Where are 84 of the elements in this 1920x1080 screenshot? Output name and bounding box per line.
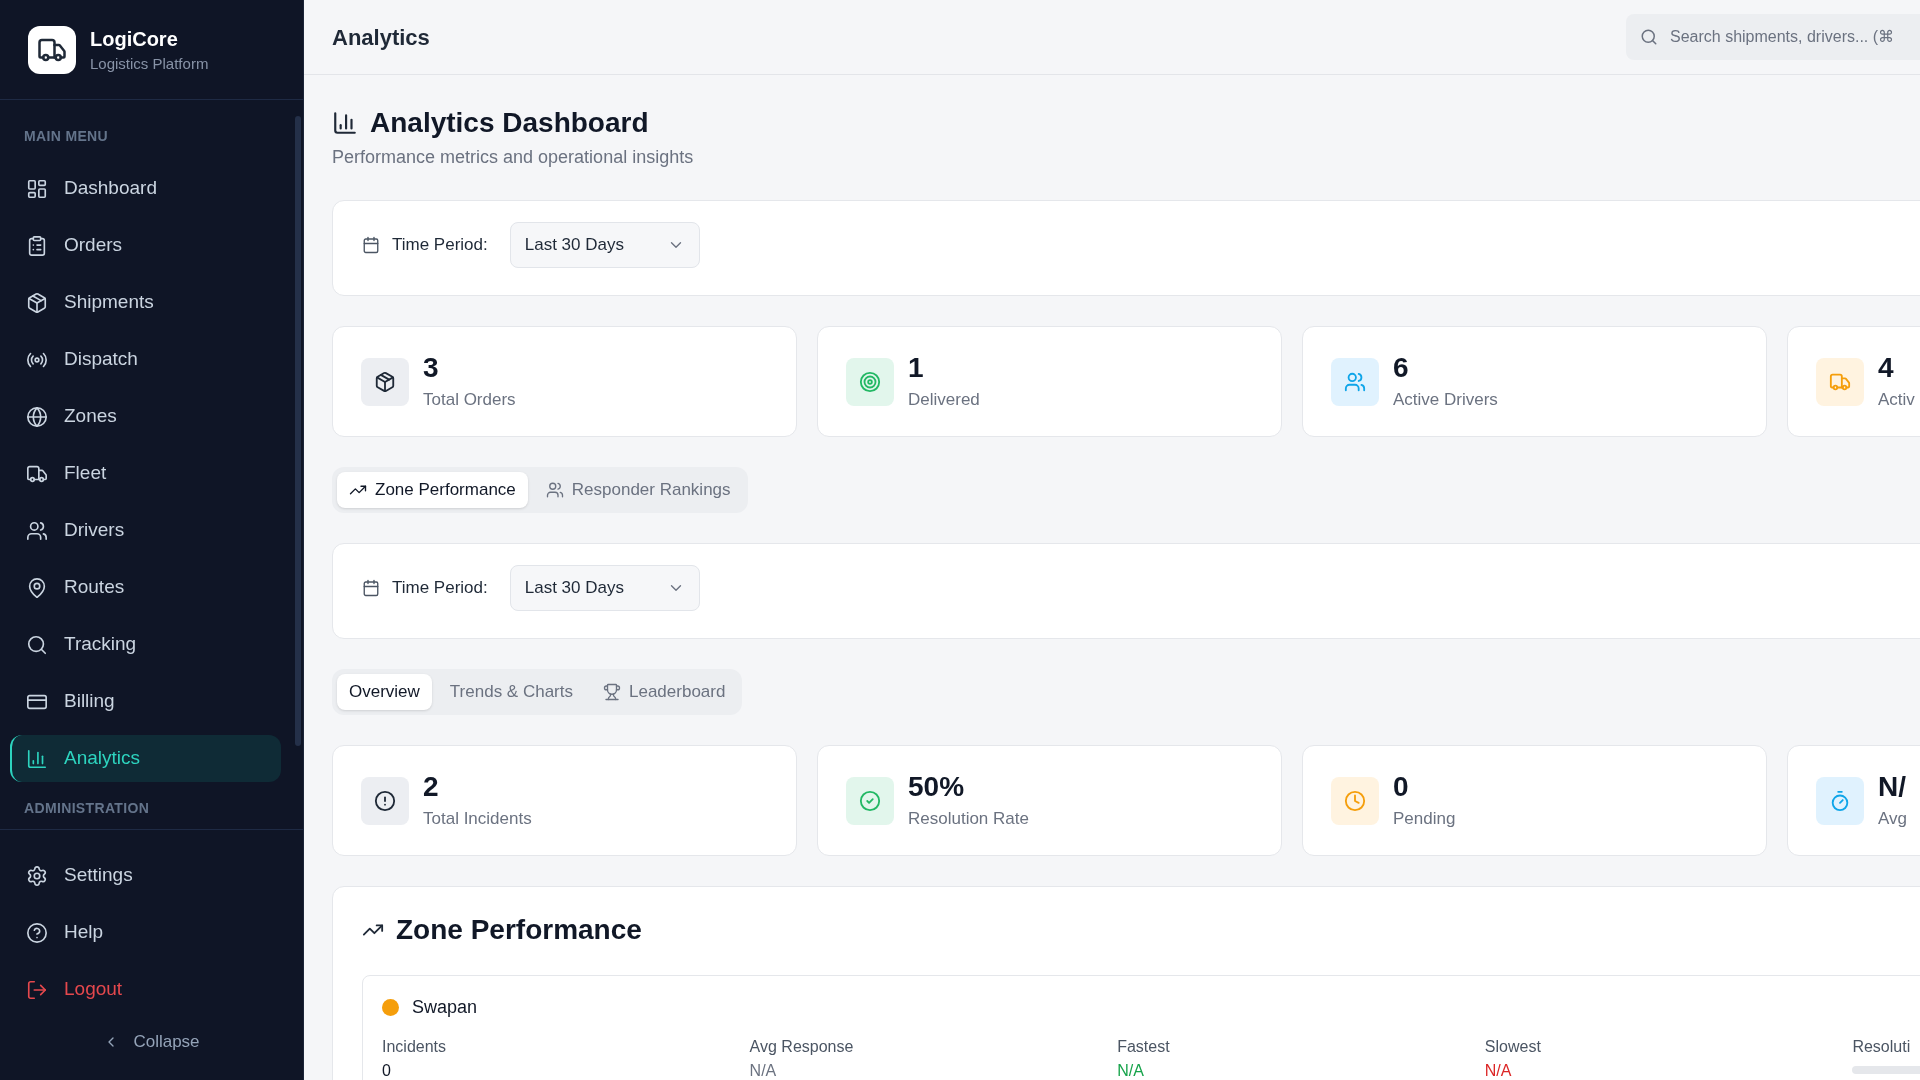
stat-label: Resolution Rate (908, 807, 1029, 830)
people-icon (1331, 357, 1379, 406)
tab[interactable]: Responder Rankings (533, 472, 743, 508)
stat-value: 0 (1393, 770, 1410, 803)
stat-value: N/ (1878, 770, 1907, 803)
search-icon (26, 633, 48, 656)
sidebar-item[interactable]: Orders (10, 222, 281, 269)
tab[interactable]: Trends & Charts (437, 674, 585, 710)
target-icon (846, 357, 894, 406)
page-title: Analytics Dashboard (370, 106, 649, 140)
sidebar-item[interactable]: Zones (10, 393, 281, 440)
filter-label: Time Period: (392, 577, 488, 600)
sidebar-item[interactable]: Drivers (10, 507, 281, 554)
header-title: Analytics (332, 23, 431, 52)
sidebar-item[interactable]: Help (10, 909, 281, 956)
section-title: Zone Performance (396, 913, 642, 947)
people-icon (26, 519, 48, 542)
truck-logo-icon (28, 25, 76, 74)
stat-label: Active Drivers (1393, 388, 1498, 411)
bar-chart-icon (332, 110, 358, 136)
calendar-icon (362, 579, 380, 597)
metric-label: Incidents (382, 1037, 447, 1057)
page-subtitle: Performance metrics and operational insights (332, 146, 694, 169)
metric-value: N/A (1117, 1061, 1144, 1080)
metric-label: Fastest (1117, 1037, 1170, 1057)
clock-icon (1331, 776, 1379, 825)
sidebar-item[interactable]: Analytics (10, 735, 281, 782)
search-icon (1640, 28, 1658, 46)
grid-icon (26, 177, 48, 200)
tab[interactable]: Overview (337, 674, 432, 710)
truck-icon (1816, 357, 1864, 406)
stat-value: 4 (1878, 351, 1895, 384)
scrollbar-thumb[interactable] (295, 116, 301, 746)
stat-value: 2 (423, 770, 440, 803)
stat-value: 50% (908, 770, 966, 803)
sidebar-item[interactable]: Tracking (10, 621, 281, 668)
collapse-button[interactable]: Collapse (91, 1024, 212, 1060)
stat-label: Pending (1393, 807, 1456, 830)
stat-value: 3 (423, 351, 440, 384)
sidebar-item[interactable]: Routes (10, 564, 281, 611)
globe-icon (26, 405, 48, 428)
sidebar-item[interactable]: Shipments (10, 279, 281, 326)
metric-label: Resoluti (1852, 1037, 1911, 1057)
logout-icon (26, 978, 48, 1001)
search-field[interactable]: Search shipments, drivers... (⌘ (1626, 14, 1920, 60)
stopwatch-icon (1816, 776, 1864, 825)
tab[interactable]: Zone Performance (337, 472, 528, 508)
time-period-select[interactable]: Last 30 Days (509, 565, 700, 611)
sidebar-item[interactable]: Dashboard (10, 165, 281, 212)
metric-label: Slowest (1484, 1037, 1541, 1057)
stat-value: 1 (908, 351, 925, 384)
stat-label: Activ (1878, 388, 1915, 411)
sidebar-item[interactable]: Dispatch (10, 336, 281, 383)
sidebar-item[interactable]: Fleet (10, 450, 281, 497)
metric-value: N/A (749, 1061, 777, 1080)
help-icon (26, 921, 48, 944)
clipboard-icon (26, 234, 48, 257)
trophy-icon (603, 683, 621, 701)
sidebar-item[interactable]: Logout (10, 966, 281, 1013)
time-period-select[interactable]: Last 30 Days (509, 222, 700, 268)
box-icon (361, 357, 409, 406)
stat-label: Delivered (908, 388, 980, 411)
zone-name: Swapan (412, 995, 478, 1019)
metric-label: Avg Response (749, 1037, 854, 1057)
box-icon (26, 291, 48, 314)
people-icon (545, 481, 564, 499)
map-pin-icon (26, 576, 48, 599)
metric-value: N/A (1484, 1061, 1512, 1080)
menu-section-heading: ADMINISTRATION (24, 800, 150, 817)
metric-value: 0 (382, 1061, 391, 1080)
sidebar-item[interactable]: Settings (10, 852, 281, 899)
sidebar-item[interactable]: Billing (10, 678, 281, 725)
tab[interactable]: Leaderboard (591, 674, 738, 710)
filter-label: Time Period: (392, 234, 488, 257)
settings-icon (26, 864, 48, 887)
calendar-icon (362, 236, 380, 254)
bar-chart-icon (26, 747, 48, 770)
brand-name: LogiCore (90, 26, 179, 51)
brand-tagline: Logistics Platform (90, 54, 209, 73)
menu-section-heading: MAIN MENU (24, 128, 109, 145)
stat-label: Total Incidents (423, 807, 532, 830)
stat-label: Total Orders (423, 388, 516, 411)
stat-value: 6 (1393, 351, 1410, 384)
stat-label: Avg (1878, 807, 1907, 830)
